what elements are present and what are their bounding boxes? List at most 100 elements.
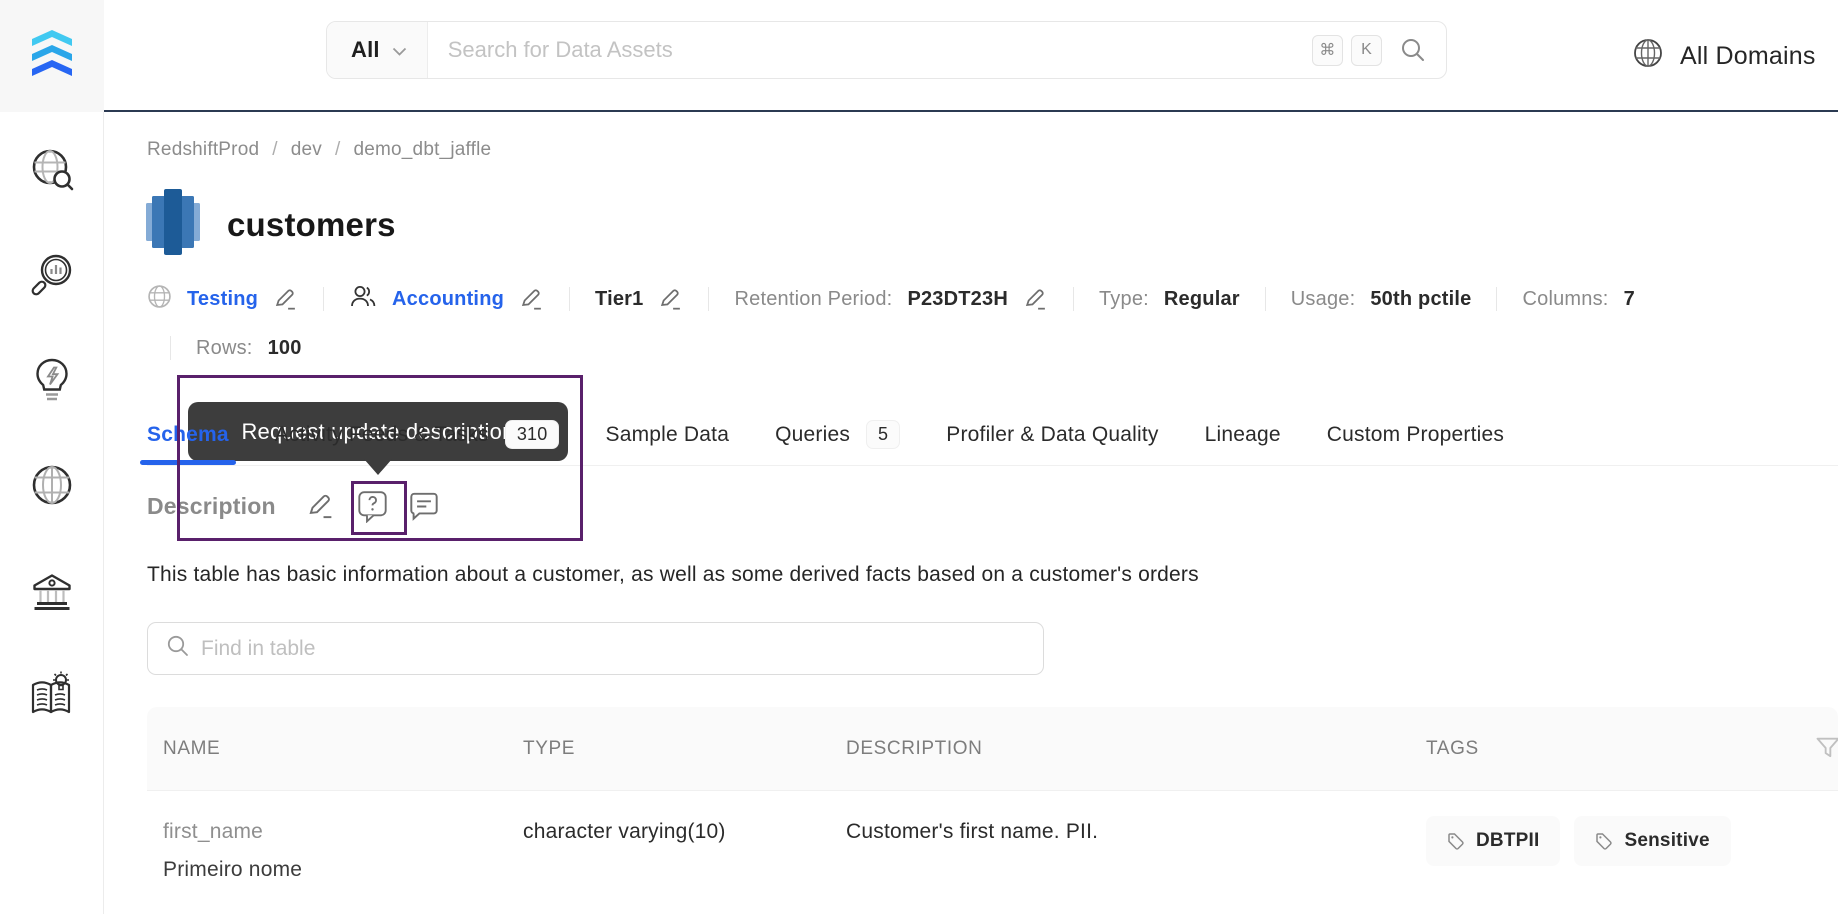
tab-sample-data[interactable]: Sample Data xyxy=(605,404,729,465)
retention-label: Retention Period: xyxy=(734,287,893,310)
globe-icon xyxy=(1632,37,1664,76)
cell-name: first_name Primeiro nome xyxy=(147,791,507,882)
tag-icon xyxy=(1448,833,1464,850)
description-text: This table has basic information about a… xyxy=(147,563,1199,586)
tab-schema[interactable]: Schema xyxy=(140,404,236,465)
search-scope-select[interactable]: All xyxy=(327,22,428,78)
find-in-table xyxy=(147,622,1044,675)
tab-label: Custom Properties xyxy=(1326,422,1505,446)
search-icon[interactable] xyxy=(1400,37,1426,63)
sidebar-item-observability[interactable] xyxy=(26,253,78,301)
usage-value: 50th pctile xyxy=(1370,287,1472,310)
filter-icon[interactable] xyxy=(1814,734,1838,768)
breadcrumb-database[interactable]: dev xyxy=(291,139,322,161)
sidebar-nav xyxy=(0,112,103,721)
schema-table: NAME TYPE DESCRIPTION TAGS first_name Pr… xyxy=(147,707,1838,914)
breadcrumb-service[interactable]: RedshiftProd xyxy=(147,139,259,161)
cell-description: Customer's first name. PII. xyxy=(846,820,1099,843)
retention-value: P23DT23H xyxy=(907,287,1008,310)
tab-queries[interactable]: Queries 5 xyxy=(775,404,901,465)
tab-label: Lineage xyxy=(1204,422,1281,446)
tab-lineage[interactable]: Lineage xyxy=(1205,404,1281,465)
table-row: first_name Primeiro nome character varyi… xyxy=(147,790,1838,914)
search-input[interactable] xyxy=(427,22,1312,78)
tab-activity-feeds[interactable]: Activity Feeds & Tasks 310 xyxy=(275,404,560,465)
usage-label: Usage: xyxy=(1290,287,1356,310)
owner-team-icon xyxy=(349,283,377,315)
tab-count-badge: 310 xyxy=(504,420,560,449)
tab-label: Queries xyxy=(775,422,851,446)
column-display-name: Primeiro nome xyxy=(163,858,303,881)
owner-link[interactable]: Accounting xyxy=(392,288,504,311)
sidebar-item-explore[interactable] xyxy=(26,148,78,196)
divider xyxy=(1264,287,1266,311)
schema-table-header: NAME TYPE DESCRIPTION TAGS xyxy=(147,707,1838,790)
app-logo[interactable] xyxy=(0,0,104,112)
breadcrumb: RedshiftProd / dev / demo_dbt_jaffle xyxy=(147,139,491,161)
edit-owner-pencil-icon[interactable] xyxy=(519,287,544,312)
tag-chip[interactable]: Sensitive xyxy=(1574,816,1731,866)
divider xyxy=(1496,287,1498,311)
divider xyxy=(323,287,325,311)
divider xyxy=(708,287,710,311)
breadcrumb-schema[interactable]: demo_dbt_jaffle xyxy=(353,139,491,161)
edit-description-pencil-icon[interactable] xyxy=(306,492,335,521)
search-scope-label: All xyxy=(351,37,380,62)
column-header-name: NAME xyxy=(163,737,221,759)
sidebar-item-domains[interactable] xyxy=(26,463,78,511)
tag-chip[interactable]: DBTPII xyxy=(1426,816,1561,866)
columns-value: 7 xyxy=(1623,287,1635,310)
edit-domain-pencil-icon[interactable] xyxy=(273,287,298,312)
rows-label: Rows: xyxy=(196,336,253,359)
column-header-type: TYPE xyxy=(523,737,576,759)
tab-label: Activity Feeds & Tasks xyxy=(274,422,489,446)
sidebar-item-glossary[interactable] xyxy=(26,671,78,721)
observability-magnifier-chart-icon xyxy=(28,251,76,304)
kbd-k-key: K xyxy=(1351,34,1382,66)
domains-switcher-label: All Domains xyxy=(1680,41,1816,70)
request-description-icon[interactable] xyxy=(357,490,388,523)
column-name[interactable]: first_name xyxy=(163,820,507,844)
sidebar-item-govern[interactable] xyxy=(26,568,78,616)
cell-type: character varying(10) xyxy=(523,820,726,843)
tier-label: Tier1 xyxy=(595,287,644,310)
domain-link[interactable]: Testing xyxy=(187,288,258,311)
type-label: Type: xyxy=(1098,287,1149,310)
tab-label: Sample Data xyxy=(605,422,730,446)
tab-profiler[interactable]: Profiler & Data Quality xyxy=(946,404,1158,465)
edit-tier-pencil-icon[interactable] xyxy=(658,287,683,312)
rows-value: 100 xyxy=(267,336,302,359)
entity-meta-bar: Testing Accounting Tier1 Retention Perio… xyxy=(147,284,1827,314)
tag-label: DBTPII xyxy=(1476,830,1540,851)
breadcrumb-separator: / xyxy=(272,139,278,160)
divider xyxy=(170,336,171,360)
tab-label: Schema xyxy=(147,422,229,446)
sidebar-item-insights[interactable] xyxy=(26,358,78,406)
entity-meta-bar-line2: Rows: 100 xyxy=(160,333,302,363)
divider xyxy=(569,287,571,311)
tooltip-arrow xyxy=(364,459,392,475)
domains-globe-icon xyxy=(28,461,76,514)
cell-tags: DBTPII Sensitive xyxy=(1410,791,1838,866)
insights-lightbulb-icon xyxy=(29,356,75,409)
glossary-book-icon xyxy=(27,670,77,725)
redshift-table-icon xyxy=(145,189,201,260)
app-window: All ⌘ K All Domains RedshiftProd / xyxy=(0,0,1838,914)
description-header: Description xyxy=(147,490,454,523)
find-in-table-input[interactable] xyxy=(201,636,1025,661)
comments-icon[interactable] xyxy=(409,492,439,521)
column-header-description: DESCRIPTION xyxy=(846,737,983,759)
tag-label: Sensitive xyxy=(1624,830,1710,851)
layers-logo-icon xyxy=(26,27,78,86)
tag-icon xyxy=(1596,833,1613,850)
tab-custom-properties[interactable]: Custom Properties xyxy=(1327,404,1504,465)
edit-retention-pencil-icon[interactable] xyxy=(1023,287,1048,312)
entity-tabs: Schema Activity Feeds & Tasks 310 Sample… xyxy=(140,404,1838,466)
search-icon xyxy=(166,634,190,663)
kbd-cmd-key: ⌘ xyxy=(1312,34,1343,66)
global-search-bar: All ⌘ K xyxy=(326,21,1447,79)
column-header-tags: TAGS xyxy=(1426,737,1479,759)
domains-switcher[interactable]: All Domains xyxy=(1632,0,1816,112)
description-heading: Description xyxy=(147,493,276,519)
divider xyxy=(1072,287,1074,311)
